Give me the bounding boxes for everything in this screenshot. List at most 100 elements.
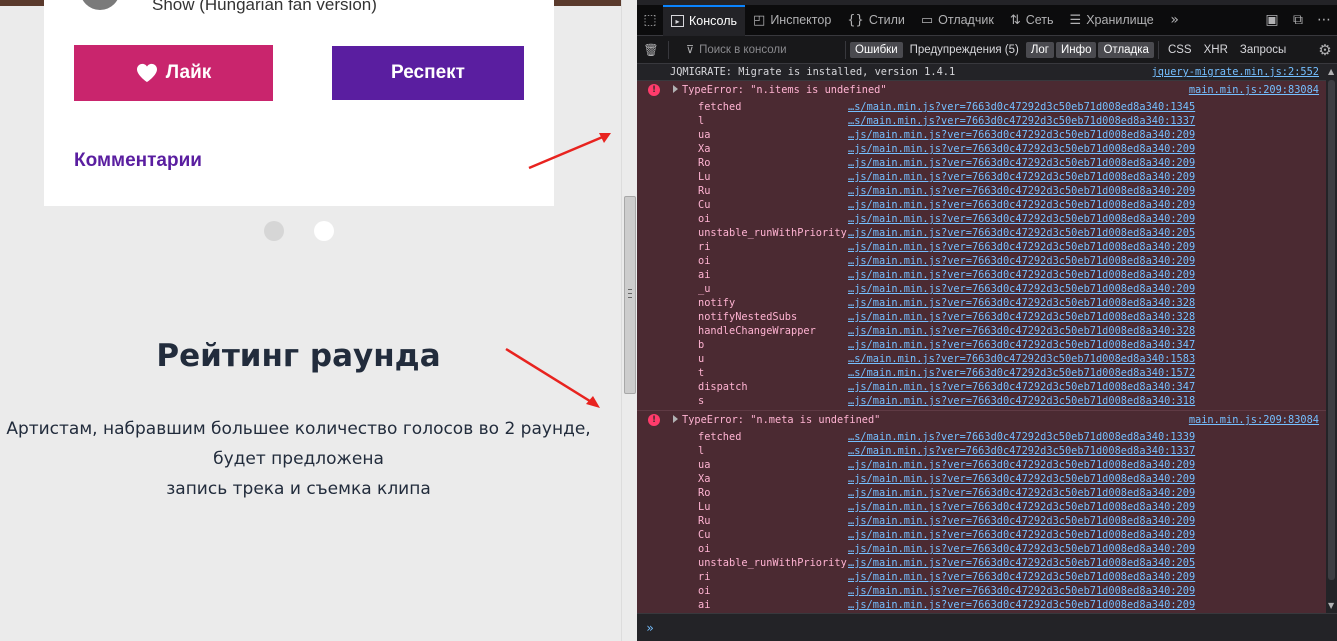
stack-frame-location[interactable]: …js/main.min.js?ver=7663d0c47292d3c50eb7…: [848, 255, 1195, 267]
error-source-link[interactable]: main.min.js:209:83084: [1189, 84, 1319, 96]
stack-frame: u …s/main.min.js?ver=7663d0c47292d3c50eb7…: [637, 352, 1326, 366]
stack-frame-location[interactable]: …s/main.min.js?ver=7663d0c47292d3c50eb71…: [848, 367, 1195, 379]
filter-requests[interactable]: Запросы: [1235, 42, 1291, 58]
stack-frame-location[interactable]: …js/main.min.js?ver=7663d0c47292d3c50eb7…: [848, 339, 1195, 351]
stack-frame-function: Cu: [698, 529, 711, 541]
divider: [1157, 40, 1159, 59]
carousel-dot-1[interactable]: [264, 221, 284, 241]
stack-frame-location[interactable]: …js/main.min.js?ver=7663d0c47292d3c50eb7…: [848, 283, 1195, 295]
stack-frame-location[interactable]: …js/main.min.js?ver=7663d0c47292d3c50eb7…: [848, 171, 1195, 183]
filter-css[interactable]: CSS: [1163, 42, 1197, 58]
filter-errors[interactable]: Ошибки: [850, 41, 903, 58]
rating-description: Артистам, набравшим большее количество г…: [0, 414, 597, 504]
page-scrollbar[interactable]: [621, 0, 637, 641]
stack-frame-location[interactable]: …js/main.min.js?ver=7663d0c47292d3c50eb7…: [848, 585, 1195, 597]
stack-frame-location[interactable]: …js/main.min.js?ver=7663d0c47292d3c50eb7…: [848, 571, 1195, 583]
filter-info[interactable]: Инфо: [1056, 41, 1097, 58]
stack-frame-location[interactable]: …js/main.min.js?ver=7663d0c47292d3c50eb7…: [848, 529, 1195, 541]
element-picker-icon[interactable]: ⬚: [637, 5, 663, 36]
scroll-down-icon[interactable]: ▼: [1328, 601, 1334, 610]
tab-debugger[interactable]: ▭ Отладчик: [913, 5, 1002, 36]
stack-frame-location[interactable]: …js/main.min.js?ver=7663d0c47292d3c50eb7…: [848, 543, 1195, 555]
stack-frame-location[interactable]: …js/main.min.js?ver=7663d0c47292d3c50eb7…: [848, 199, 1195, 211]
stack-frame-location[interactable]: …js/main.min.js?ver=7663d0c47292d3c50eb7…: [848, 501, 1195, 513]
console-scrollbar[interactable]: ▲ ▼: [1326, 64, 1337, 613]
error-message: TypeError: "n.items is undefined": [682, 84, 887, 96]
stack-frame: Ro …js/main.min.js?ver=7663d0c47292d3c50e…: [637, 156, 1326, 170]
stack-frame: unstable_runWithPriority …js/main.min.js?…: [637, 556, 1326, 570]
console-output: JQMIGRATE: Migrate is installed, version…: [637, 64, 1326, 613]
stack-frame-location[interactable]: …js/main.min.js?ver=7663d0c47292d3c50eb7…: [848, 241, 1195, 253]
stack-frame-function: s: [698, 395, 705, 407]
stack-frame-location[interactable]: …js/main.min.js?ver=7663d0c47292d3c50eb7…: [848, 297, 1195, 309]
stack-frame-location[interactable]: …js/main.min.js?ver=7663d0c47292d3c50eb7…: [848, 185, 1195, 197]
tab-styles[interactable]: {} Стили: [839, 5, 913, 36]
stack-frame-location[interactable]: …js/main.min.js?ver=7663d0c47292d3c50eb7…: [848, 311, 1195, 323]
stack-frame-function: l: [698, 115, 705, 127]
stack-frame: notify …js/main.min.js?ver=7663d0c47292d3…: [637, 296, 1326, 310]
responsive-mode-icon[interactable]: ⧉: [1285, 5, 1311, 36]
tab-label: Хранилище: [1086, 13, 1154, 27]
stack-frame: ri …js/main.min.js?ver=7663d0c47292d3c50e…: [637, 570, 1326, 584]
dock-layout-icon[interactable]: ▣: [1259, 5, 1285, 36]
stack-frame-location[interactable]: …s/main.min.js?ver=7663d0c47292d3c50eb71…: [848, 445, 1195, 457]
stack-frame-location[interactable]: …s/main.min.js?ver=7663d0c47292d3c50eb71…: [848, 115, 1195, 127]
stack-frame: b …js/main.min.js?ver=7663d0c47292d3c50eb…: [637, 338, 1326, 352]
tab-storage[interactable]: ☰ Хранилище: [1062, 5, 1162, 36]
heart-icon: [136, 63, 157, 83]
console-scrollbar-thumb[interactable]: [1328, 80, 1335, 580]
stack-frame-location[interactable]: …js/main.min.js?ver=7663d0c47292d3c50eb7…: [848, 129, 1195, 141]
filter-warnings[interactable]: Предупреждения (5): [905, 42, 1024, 58]
filter-xhr[interactable]: XHR: [1199, 42, 1233, 58]
console-search-input[interactable]: [699, 43, 840, 56]
stack-frame-function: b: [698, 339, 705, 351]
trash-icon[interactable]: 🗑: [637, 43, 665, 57]
stack-frame: handleChangeWrapper …js/main.min.js?ver=7…: [637, 324, 1326, 338]
stack-frame-location[interactable]: …js/main.min.js?ver=7663d0c47292d3c50eb7…: [848, 381, 1195, 393]
stack-frame-location[interactable]: …s/main.min.js?ver=7663d0c47292d3c50eb71…: [848, 101, 1195, 113]
stack-frame-location[interactable]: …js/main.min.js?ver=7663d0c47292d3c50eb7…: [848, 459, 1195, 471]
tab-network[interactable]: ⇅ Сеть: [1002, 5, 1062, 36]
menu-icon[interactable]: ⋯: [1311, 5, 1337, 36]
stack-frame: oi …js/main.min.js?ver=7663d0c47292d3c50e…: [637, 254, 1326, 268]
stack-frame-function: l: [698, 445, 705, 457]
like-button[interactable]: Лайк: [74, 45, 273, 101]
stack-frame: Xa …js/main.min.js?ver=7663d0c47292d3c50e…: [637, 472, 1326, 486]
filter-logs[interactable]: Лог: [1025, 41, 1054, 58]
log-source-link[interactable]: jquery-migrate.min.js:2:552: [1152, 66, 1319, 78]
comments-link[interactable]: Комментарии: [74, 150, 202, 172]
stack-frame-location[interactable]: …js/main.min.js?ver=7663d0c47292d3c50eb7…: [848, 473, 1195, 485]
stack-frame-location[interactable]: …js/main.min.js?ver=7663d0c47292d3c50eb7…: [848, 227, 1195, 239]
stack-frame-location[interactable]: …js/main.min.js?ver=7663d0c47292d3c50eb7…: [848, 557, 1195, 569]
stack-frame-location[interactable]: …s/main.min.js?ver=7663d0c47292d3c50eb71…: [848, 431, 1195, 443]
page-scrollbar-thumb[interactable]: [624, 196, 636, 394]
carousel-dot-2-active[interactable]: [314, 221, 334, 241]
devtools-panel: ⬚ ▸ Консоль ◰ Инспектор {} Стили ▭ Отлад…: [637, 0, 1337, 641]
stack-frame-location[interactable]: …js/main.min.js?ver=7663d0c47292d3c50eb7…: [848, 269, 1195, 281]
stack-frame-location[interactable]: …s/main.min.js?ver=7663d0c47292d3c50eb71…: [848, 353, 1195, 365]
expand-toggle-icon[interactable]: [673, 415, 678, 423]
respect-button[interactable]: Респект: [332, 46, 524, 100]
stack-frame-location[interactable]: …js/main.min.js?ver=7663d0c47292d3c50eb7…: [848, 213, 1195, 225]
tab-inspector[interactable]: ◰ Инспектор: [745, 5, 839, 36]
stack-frame-location[interactable]: …js/main.min.js?ver=7663d0c47292d3c50eb7…: [848, 515, 1195, 527]
scroll-up-icon[interactable]: ▲: [1328, 67, 1334, 76]
expand-toggle-icon[interactable]: [673, 85, 678, 93]
grip-icon: [628, 289, 632, 298]
stack-frame: l …s/main.min.js?ver=7663d0c47292d3c50eb7…: [637, 114, 1326, 128]
stack-frame-function: _u: [698, 283, 711, 295]
filter-debug[interactable]: Отладка: [1098, 41, 1154, 58]
gear-icon[interactable]: ⚙: [1313, 41, 1337, 59]
stack-frame-location[interactable]: …js/main.min.js?ver=7663d0c47292d3c50eb7…: [848, 487, 1195, 499]
rating-line-1: Артистам, набравшим большее количество г…: [6, 419, 591, 439]
rating-title: Рейтинг раунда: [156, 338, 441, 374]
stack-frame-location[interactable]: …js/main.min.js?ver=7663d0c47292d3c50eb7…: [848, 325, 1195, 337]
stack-frame-location[interactable]: …js/main.min.js?ver=7663d0c47292d3c50eb7…: [848, 395, 1195, 407]
tab-console[interactable]: ▸ Консоль: [663, 4, 746, 36]
stack-frame-location[interactable]: …js/main.min.js?ver=7663d0c47292d3c50eb7…: [848, 143, 1195, 155]
stack-frame-location[interactable]: …js/main.min.js?ver=7663d0c47292d3c50eb7…: [848, 599, 1195, 611]
error-source-link[interactable]: main.min.js:209:83084: [1189, 414, 1319, 426]
console-input[interactable]: [663, 621, 1337, 634]
stack-frame-location[interactable]: …js/main.min.js?ver=7663d0c47292d3c50eb7…: [848, 157, 1195, 169]
more-tabs-icon[interactable]: »: [1162, 5, 1188, 36]
